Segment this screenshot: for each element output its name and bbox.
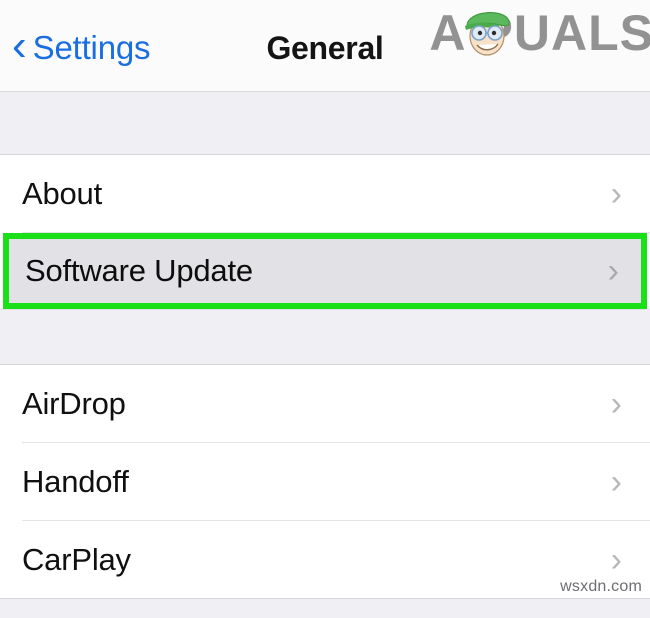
bottom-strip	[0, 598, 650, 618]
settings-row-carplay[interactable]: CarPlay ›	[0, 521, 650, 599]
row-label: AirDrop	[22, 386, 126, 421]
navigation-bar: ‹ Settings General A PUALS	[0, 0, 650, 92]
settings-section-2: AirDrop › Handoff › CarPlay ›	[0, 365, 650, 599]
settings-section-1: About › Software Update ›	[0, 155, 650, 309]
row-label: CarPlay	[22, 542, 131, 577]
chevron-right-icon: ›	[607, 252, 619, 290]
settings-row-airdrop[interactable]: AirDrop ›	[0, 365, 650, 443]
section-spacer-top	[0, 92, 650, 155]
chevron-right-icon: ›	[610, 175, 622, 213]
appuals-logo-watermark: A PUALS	[429, 2, 650, 64]
settings-row-software-update[interactable]: Software Update ›	[3, 233, 647, 309]
settings-row-handoff[interactable]: Handoff ›	[0, 443, 650, 521]
settings-row-about[interactable]: About ›	[0, 155, 650, 233]
mascot-head-green-cap-icon	[465, 12, 510, 56]
highlight-wrapper: Software Update ›	[0, 233, 650, 309]
site-watermark: wsxdn.com	[560, 578, 642, 595]
chevron-right-icon: ›	[610, 463, 622, 501]
section-spacer-middle	[0, 309, 650, 365]
chevron-right-icon: ›	[610, 385, 622, 423]
row-label: About	[22, 176, 103, 211]
row-label: Handoff	[22, 464, 129, 499]
row-label: Software Update	[25, 253, 253, 288]
chevron-right-icon: ›	[610, 541, 622, 579]
